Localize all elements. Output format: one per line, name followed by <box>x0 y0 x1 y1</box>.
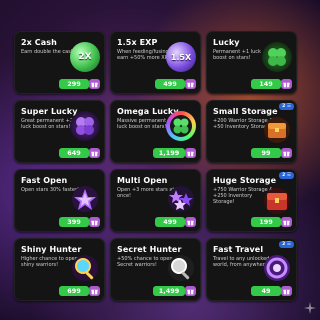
gift-button[interactable] <box>89 79 100 89</box>
gift-button[interactable] <box>281 79 292 89</box>
cash-multiplier-icon: 2X <box>70 42 100 72</box>
card-title: Huge Storage <box>213 176 277 185</box>
price-label: 49 <box>261 287 271 295</box>
gift-icon <box>187 289 194 294</box>
huge-storage-icon <box>262 186 292 216</box>
buy-button[interactable]: 299 <box>59 79 89 89</box>
gamepass-card-super-lucky[interactable]: Super Lucky Great permanent +2 luck boos… <box>14 100 105 163</box>
gift-icon <box>187 151 194 156</box>
gift-button[interactable] <box>185 286 196 296</box>
stack-badge: 2 ☰ <box>279 103 294 110</box>
gamepass-card-huge-storage[interactable]: 2 ☰ Huge Storage +750 Warrior Storage & … <box>206 169 297 232</box>
gamepass-card-fast-open[interactable]: Fast Open Open stars 30% faster! 399 <box>14 169 105 232</box>
gift-icon <box>283 82 290 87</box>
storage-chest-icon <box>262 115 292 145</box>
gift-button[interactable] <box>281 286 292 296</box>
portal-icon <box>262 253 292 283</box>
gamepass-card-2x-cash[interactable]: 2x Cash Earn double the cash! 2X 299 <box>14 31 105 94</box>
stack-badge: 2 ☰ <box>279 241 294 248</box>
purple-clover-icon <box>70 111 100 141</box>
price-label: 649 <box>67 149 81 157</box>
gift-button[interactable] <box>89 286 100 296</box>
gift-button[interactable] <box>89 217 100 227</box>
gamepass-card-small-storage[interactable]: 2 ☰ Small Storage +200 Warrior Storage &… <box>206 100 297 163</box>
gift-icon <box>91 82 98 87</box>
card-title: Multi Open <box>117 176 168 185</box>
magnifier-icon <box>70 253 100 283</box>
gift-icon <box>187 82 194 87</box>
gamepass-card-secret-hunter[interactable]: Secret Hunter +50% chance to open Secret… <box>110 238 201 301</box>
price-label: 499 <box>163 218 177 226</box>
price-label: 1,499 <box>158 287 180 295</box>
gamepass-shop-grid: 2x Cash Earn double the cash! 2X 299 1.5… <box>14 31 297 301</box>
buy-button[interactable]: 1,199 <box>153 148 185 158</box>
gift-button[interactable] <box>185 79 196 89</box>
price-label: 1,199 <box>158 149 180 157</box>
gift-icon <box>91 220 98 225</box>
buy-button[interactable]: 649 <box>59 148 89 158</box>
buy-button[interactable]: 399 <box>59 217 89 227</box>
buy-button[interactable]: 699 <box>59 286 89 296</box>
price-label: 99 <box>261 149 271 157</box>
buy-button[interactable]: 99 <box>251 148 281 158</box>
clover-icon <box>262 42 292 72</box>
gift-button[interactable] <box>281 217 292 227</box>
gift-icon <box>283 151 290 156</box>
gift-button[interactable] <box>185 217 196 227</box>
gamepass-card-fast-travel[interactable]: 2 ☰ Fast Travel Travel to any unlocked w… <box>206 238 297 301</box>
exp-multiplier-icon: 1.5X <box>166 42 196 72</box>
buy-button[interactable]: 199 <box>251 217 281 227</box>
gamepass-card-1-5x-exp[interactable]: 1.5x EXP When feeding/fusing, earn +50% … <box>110 31 201 94</box>
gamepass-card-omega-lucky[interactable]: Omega Lucky Massive permanent +3 luck bo… <box>110 100 201 163</box>
gift-button[interactable] <box>89 148 100 158</box>
gift-icon <box>283 289 290 294</box>
card-title: Fast Travel <box>213 245 264 254</box>
secret-magnifier-icon <box>166 253 196 283</box>
gift-icon <box>187 220 194 225</box>
price-label: 299 <box>67 80 81 88</box>
card-title: 2x Cash <box>21 38 57 47</box>
gift-icon <box>283 220 290 225</box>
buy-button[interactable]: 499 <box>155 217 185 227</box>
icon-label: 2X <box>78 52 92 62</box>
price-label: 699 <box>67 287 81 295</box>
stack-badge: 2 ☰ <box>279 172 294 179</box>
price-label: 499 <box>163 80 177 88</box>
gift-button[interactable] <box>281 148 292 158</box>
gamepass-card-multi-open[interactable]: Multi Open Open +3 more stars at once! 4… <box>110 169 201 232</box>
buy-button[interactable]: 49 <box>251 286 281 296</box>
price-label: 199 <box>259 218 273 226</box>
gamepass-card-shiny-hunter[interactable]: Shiny Hunter Higher chance to open shiny… <box>14 238 105 301</box>
gamepass-card-lucky[interactable]: Lucky Permanent +1 luck boost on stars! … <box>206 31 297 94</box>
gift-button[interactable] <box>185 148 196 158</box>
buy-button[interactable]: 499 <box>155 79 185 89</box>
gift-icon <box>91 151 98 156</box>
fast-open-icon <box>70 184 100 214</box>
buy-button[interactable]: 1,499 <box>153 286 185 296</box>
price-label: 149 <box>259 80 273 88</box>
icon-label: 1.5X <box>170 52 192 62</box>
gift-icon <box>91 289 98 294</box>
sparkle-icon <box>304 302 316 314</box>
card-title: Lucky <box>213 38 240 47</box>
card-title: Fast Open <box>21 176 68 185</box>
card-title: 1.5x EXP <box>117 38 158 47</box>
multi-open-icon <box>166 184 196 214</box>
price-label: 399 <box>67 218 81 226</box>
buy-button[interactable]: 149 <box>251 79 281 89</box>
omega-clover-icon <box>166 111 196 141</box>
